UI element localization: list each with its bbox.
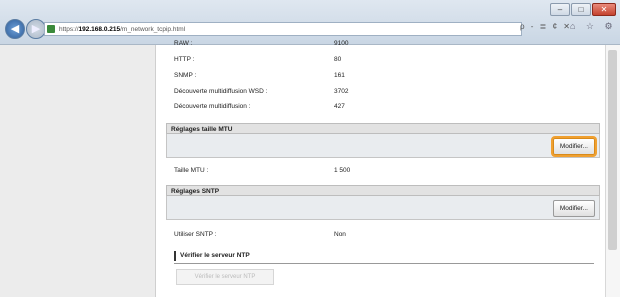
sntp-row: Utiliser SNTP : Non bbox=[174, 231, 346, 238]
mtu-value: 1 500 bbox=[334, 167, 351, 174]
back-button[interactable]: ◀ bbox=[5, 19, 25, 39]
address-path: /m_network_tcpip.html bbox=[120, 26, 186, 33]
port-row-raw: RAW : 9100 bbox=[174, 40, 348, 47]
sntp-label: Utiliser SNTP : bbox=[174, 231, 217, 238]
port-value: 427 bbox=[334, 103, 345, 110]
ntp-check-heading: Vérifier le serveur NTP bbox=[174, 251, 600, 261]
site-icon bbox=[47, 25, 55, 33]
ntp-heading-rule bbox=[174, 263, 594, 264]
maximize-icon[interactable]: □ bbox=[571, 3, 591, 16]
browser-chrome: – □ ✕ ◀ ▶ https://192.168.0.215/m_networ… bbox=[0, 0, 620, 45]
port-label: RAW : bbox=[174, 40, 193, 47]
ntp-check-button[interactable]: Vérifier le serveur NTP bbox=[176, 269, 274, 285]
minimize-icon[interactable]: – bbox=[550, 3, 570, 16]
mtu-label: Taille MTU : bbox=[174, 167, 209, 174]
main-content: RAW : 9100 HTTP : 80 SNMP : 161 Découver… bbox=[158, 40, 603, 297]
port-value: 80 bbox=[334, 56, 342, 63]
mtu-action-bar: Modifier... bbox=[166, 134, 600, 158]
toolbar-icons[interactable]: ⌂ ☆ ⚙ bbox=[570, 21, 617, 32]
address-host: 192.168.0.215 bbox=[78, 26, 121, 33]
port-value: 3702 bbox=[334, 88, 349, 95]
port-label: Découverte multidiffusion : bbox=[174, 103, 251, 110]
sntp-action-bar: Modifier... bbox=[166, 196, 600, 220]
left-navigation-pane bbox=[0, 45, 155, 297]
mtu-row: Taille MTU : 1 500 bbox=[174, 167, 350, 174]
close-icon[interactable]: ✕ bbox=[592, 3, 616, 16]
mtu-section-title: Réglages taille MTU bbox=[166, 123, 600, 134]
port-label: Découverte multidiffusion WSD : bbox=[174, 88, 268, 95]
mtu-edit-button[interactable]: Modifier... bbox=[552, 138, 595, 155]
address-prefix: https:// bbox=[59, 26, 79, 33]
window-controls: – □ ✕ bbox=[550, 3, 616, 16]
port-row-multicast: Découverte multidiffusion : 427 bbox=[174, 103, 345, 110]
pane-divider bbox=[155, 45, 156, 297]
port-row-wsd: Découverte multidiffusion WSD : 3702 bbox=[174, 88, 348, 95]
port-row-http: HTTP : 80 bbox=[174, 56, 341, 63]
port-label: SNMP : bbox=[174, 72, 197, 79]
port-label: HTTP : bbox=[174, 56, 195, 63]
scrollbar-thumb[interactable] bbox=[608, 50, 617, 250]
address-tools[interactable]: ρ - ≣ ¢ ✕ bbox=[520, 22, 572, 31]
sntp-section-title: Réglages SNTP bbox=[166, 185, 600, 196]
port-row-snmp: SNMP : 161 bbox=[174, 72, 345, 79]
sntp-edit-button[interactable]: Modifier... bbox=[552, 200, 595, 217]
port-value: 161 bbox=[334, 72, 345, 79]
sntp-value: Non bbox=[334, 231, 346, 238]
forward-button[interactable]: ▶ bbox=[26, 19, 46, 39]
port-value: 9100 bbox=[334, 40, 349, 47]
address-bar[interactable]: https://192.168.0.215/m_network_tcpip.ht… bbox=[44, 22, 522, 36]
